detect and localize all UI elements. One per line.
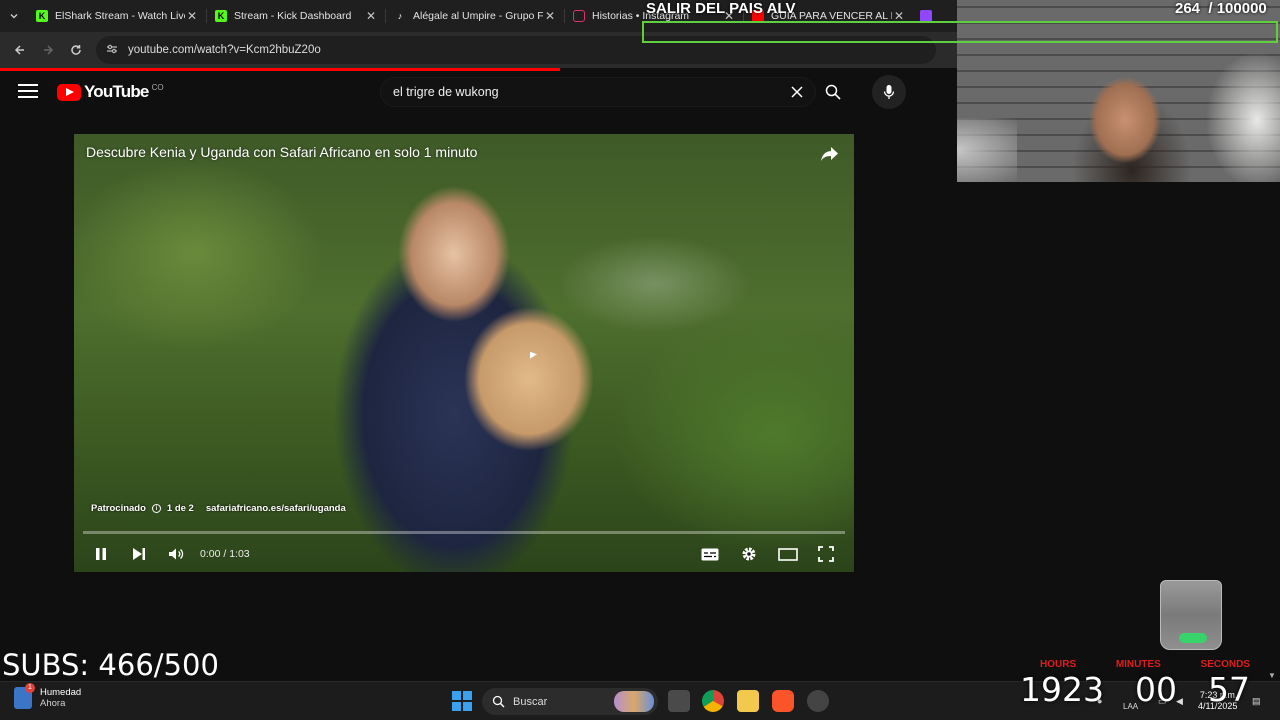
youtube-play-icon bbox=[57, 83, 81, 101]
kick-icon: K bbox=[215, 10, 227, 22]
chrome-icon[interactable] bbox=[702, 690, 724, 712]
country-code: CO bbox=[151, 82, 164, 92]
weather-widget[interactable]: Humedad Ahora bbox=[14, 683, 82, 709]
search-query: el trigre de wukong bbox=[393, 85, 499, 99]
tiktok-icon: ♪ bbox=[397, 11, 403, 21]
search-highlight-image bbox=[614, 691, 654, 712]
timer-hours: 1923 bbox=[1020, 670, 1104, 709]
ad-label: Patrocinado bbox=[91, 503, 146, 514]
share-icon[interactable] bbox=[820, 145, 840, 163]
search-input[interactable]: el trigre de wukong bbox=[380, 77, 816, 107]
task-view-icon[interactable] bbox=[668, 690, 690, 712]
subs-counter: SUBS: 466/500 bbox=[2, 648, 219, 682]
notifications-icon[interactable]: ▤ bbox=[1252, 696, 1262, 706]
windows-start-icon[interactable] bbox=[452, 691, 472, 711]
volume-icon[interactable] bbox=[167, 545, 185, 563]
info-icon[interactable]: i bbox=[151, 504, 161, 513]
goal-counter: 264 / 100000 bbox=[1175, 0, 1267, 17]
player-controls: 0:00 / 1:03 bbox=[74, 539, 854, 569]
gem-jar bbox=[1160, 580, 1222, 650]
taskbar-search-label: Buscar bbox=[513, 695, 548, 708]
browser-tab[interactable]: K Stream - Kick Dashboard ✕ bbox=[207, 0, 386, 32]
timer-hours-label: HOURS bbox=[1040, 659, 1077, 670]
search-icon bbox=[492, 695, 505, 708]
gems-icon bbox=[1179, 633, 1207, 643]
browser-tab[interactable]: ♪ Alégale al Umpire - Grupo Fi ✕ bbox=[386, 0, 565, 32]
subtitles-icon[interactable] bbox=[701, 545, 719, 563]
fullscreen-icon[interactable] bbox=[817, 545, 835, 563]
youtube-logo[interactable]: YouTube CO bbox=[57, 82, 164, 102]
brave-icon[interactable] bbox=[772, 690, 794, 712]
time-display: 0:00 / 1:03 bbox=[200, 548, 250, 560]
tab-title: Alégale al Umpire - Grupo Fi bbox=[413, 10, 543, 22]
timer-labels: HOURS MINUTES SECONDS bbox=[1040, 659, 1250, 670]
url-text: youtube.com/watch?v=Kcm2hbuZ20o bbox=[128, 44, 321, 56]
reload-icon[interactable] bbox=[62, 36, 90, 64]
timer-minutes-label: MINUTES bbox=[1115, 659, 1161, 670]
clear-search-icon[interactable] bbox=[787, 82, 807, 102]
ad-count: 1 de 2 bbox=[166, 503, 194, 514]
tab-title: Stream - Kick Dashboard bbox=[234, 10, 352, 22]
back-arrow-icon[interactable] bbox=[6, 36, 34, 64]
ad-info: Patrocinado i 1 de 2 safariafricano.es/s… bbox=[91, 503, 346, 514]
tab-title: ElShark Stream - Watch Live bbox=[55, 10, 185, 22]
stream-timer: 1923 00 57 bbox=[1020, 670, 1250, 709]
tab-close-icon[interactable]: ✕ bbox=[185, 9, 199, 23]
youtube-wordmark: YouTube bbox=[84, 82, 149, 101]
app-icon[interactable] bbox=[807, 690, 829, 712]
video-player[interactable]: Descubre Kenia y Uganda con Safari Afric… bbox=[74, 134, 854, 572]
taskbar-search-input[interactable]: Buscar bbox=[482, 688, 658, 715]
tab-close-icon[interactable]: ✕ bbox=[543, 9, 557, 23]
settings-gear-icon[interactable] bbox=[740, 545, 758, 563]
goal-progress-bar bbox=[642, 21, 1278, 43]
file-explorer-icon[interactable] bbox=[737, 690, 759, 712]
scroll-down-icon[interactable]: ▼ bbox=[1268, 671, 1276, 680]
next-icon[interactable] bbox=[130, 545, 148, 563]
weather-title: Humedad bbox=[40, 687, 82, 698]
screen: K ElShark Stream - Watch Live ✕ K Stream… bbox=[0, 0, 1280, 720]
timer-seconds: 57 bbox=[1207, 670, 1250, 709]
tab-close-icon[interactable]: ✕ bbox=[364, 9, 378, 23]
microphone-icon[interactable] bbox=[872, 75, 906, 109]
theater-mode-icon[interactable] bbox=[777, 545, 799, 563]
video-title[interactable]: Descubre Kenia y Uganda con Safari Afric… bbox=[86, 144, 477, 160]
menu-icon[interactable] bbox=[18, 84, 38, 100]
video-progress-bar[interactable] bbox=[83, 531, 845, 534]
timer-minutes: 00 bbox=[1134, 670, 1177, 709]
forward-arrow-icon[interactable] bbox=[34, 36, 62, 64]
browser-tab[interactable]: K ElShark Stream - Watch Live ✕ bbox=[28, 0, 207, 32]
tab-search-chevron-icon[interactable] bbox=[0, 2, 28, 30]
kick-icon: K bbox=[36, 10, 48, 22]
youtube-header: YouTube CO el trigre de wukong bbox=[0, 71, 957, 113]
ad-url-link[interactable]: safariafricano.es/safari/uganda bbox=[206, 503, 346, 514]
timer-seconds-label: SECONDS bbox=[1200, 659, 1250, 670]
site-settings-icon[interactable] bbox=[106, 44, 118, 57]
weather-icon bbox=[14, 683, 35, 709]
goal-title: SALIR DEL PAIS ALV bbox=[646, 0, 796, 17]
weather-subtitle: Ahora bbox=[40, 698, 66, 709]
pause-icon[interactable] bbox=[92, 545, 110, 563]
search-icon[interactable] bbox=[818, 80, 848, 104]
instagram-icon bbox=[573, 10, 585, 22]
